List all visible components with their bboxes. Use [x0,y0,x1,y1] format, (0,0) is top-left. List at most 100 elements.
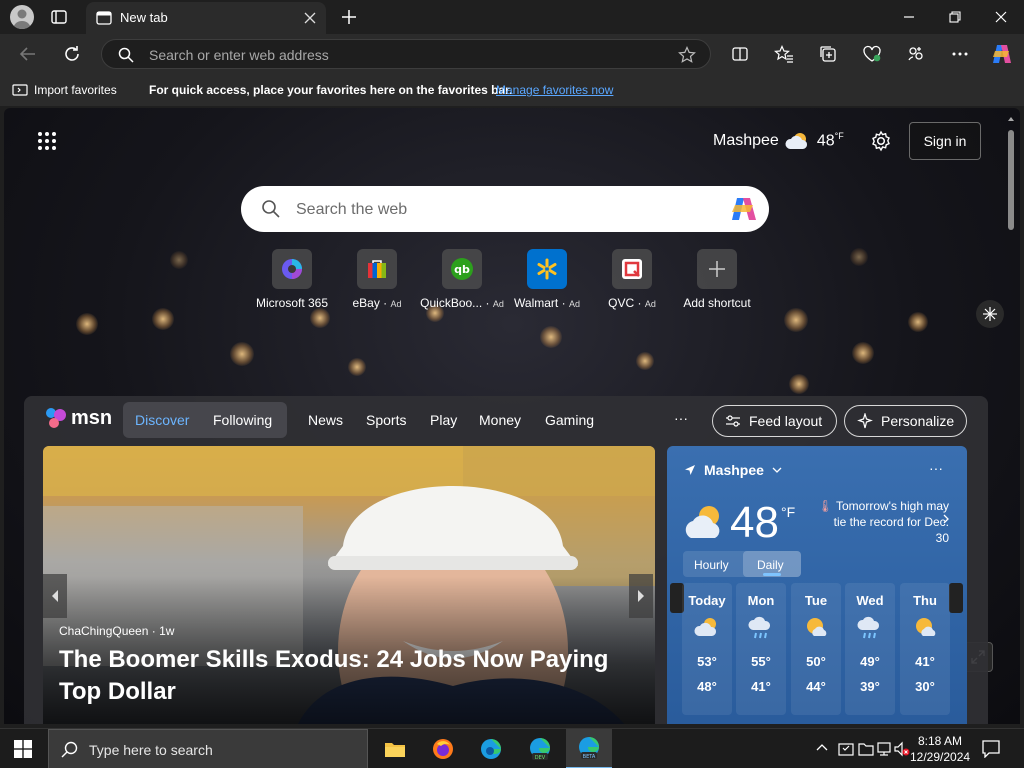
shortcut-microsoft-365[interactable]: Microsoft 365 [249,249,335,310]
msn-logo[interactable]: msn [44,406,112,430]
tab-discover[interactable]: Discover [135,412,189,428]
toggle-daily[interactable]: Daily [757,558,784,572]
close-window-button[interactable] [978,0,1024,34]
partly-cloudy-icon [682,616,732,646]
forecast-day[interactable]: Tue 50° 44° [791,583,841,715]
tab-actions-icon[interactable] [50,8,68,26]
tab-following[interactable]: Following [213,412,272,428]
shortcut-add[interactable]: Add shortcut [674,249,760,310]
new-tab-button[interactable] [340,8,358,26]
weather-alert[interactable]: 🌡 Tomorrow's high may tie the record for… [817,498,949,546]
nav-play[interactable]: Play [430,412,457,428]
tab-title: New tab [120,10,168,25]
hero-story-card[interactable]: ChaChingQueen · 1w The Boomer Skills Exo… [43,446,655,724]
close-tab-icon[interactable] [304,12,316,24]
forecast-day[interactable]: Thu 41° 30° [900,583,950,715]
more-nav-icon[interactable]: ··· [674,410,688,426]
copilot-icon[interactable] [988,40,1016,68]
nav-news[interactable]: News [308,412,343,428]
copilot-icon[interactable] [729,195,759,223]
notifications-icon[interactable] [982,740,1000,758]
settings-gear-icon[interactable] [870,130,892,152]
day-low: 41° [751,679,771,694]
system-clock[interactable]: 8:18 AM 12/29/2024 [910,733,970,765]
favorite-star-icon[interactable] [678,46,696,64]
windows-start-icon[interactable] [0,729,46,768]
personalize-button[interactable]: Personalize [844,405,967,437]
weather-more-icon[interactable]: ··· [929,460,943,476]
tab-new-tab[interactable]: New tab [86,2,326,34]
nav-sports[interactable]: Sports [366,412,406,428]
day-high: 53° [697,654,717,669]
web-search-box[interactable]: Search the web [241,186,769,232]
file-explorer-icon[interactable] [372,729,418,768]
app-launcher-icon[interactable] [37,131,57,151]
workspaces-icon[interactable] [902,40,930,68]
shortcut-walmart[interactable]: Walmart · Ad [504,249,590,310]
restore-button[interactable] [932,0,978,34]
rain-icon [845,616,895,646]
windows-taskbar: Type here to search DEV BETA 8:18 AM 12/… [0,728,1024,768]
partly-cloudy-icon [785,131,811,151]
firefox-icon[interactable] [420,729,466,768]
forecast-next-icon[interactable] [949,583,963,613]
browser-essentials-icon[interactable] [858,40,886,68]
walmart-icon [527,249,567,289]
chevron-right-icon[interactable] [943,514,949,524]
chevron-up-icon[interactable] [816,743,828,751]
page-scrollbar[interactable] [1006,114,1016,714]
microsoft-365-icon [272,249,312,289]
collections-icon[interactable] [814,40,842,68]
search-icon [118,47,134,63]
volume-muted-icon[interactable] [894,741,910,757]
minimize-button[interactable] [886,0,932,34]
story-headline[interactable]: The Boomer Skills Exodus: 24 Jobs Now Pa… [59,644,639,708]
taskbar-search[interactable]: Type here to search [48,729,368,768]
edge-icon[interactable] [468,729,514,768]
security-icon[interactable] [838,741,854,757]
svg-text:BETA: BETA [583,754,596,760]
back-icon[interactable] [19,45,37,63]
favorites-icon[interactable] [770,40,798,68]
weather-summary[interactable]: Mashpee 48°F [713,131,844,151]
qvc-icon [612,249,652,289]
source-name: ChaChingQueen [59,624,149,638]
shortcut-label: Add shortcut [683,296,751,310]
nav-money[interactable]: Money [479,412,521,428]
more-menu-icon[interactable] [946,40,974,68]
nav-gaming[interactable]: Gaming [545,412,594,428]
refresh-icon[interactable] [62,44,82,64]
sign-in-button[interactable]: Sign in [909,122,981,160]
carousel-prev-icon[interactable] [43,574,67,618]
toggle-hourly[interactable]: Hourly [694,558,729,572]
msn-wordmark: msn [71,406,113,429]
partly-cloudy-icon [681,502,729,542]
network-icon[interactable] [876,741,892,757]
profile-avatar-icon[interactable] [10,5,34,29]
carousel-next-icon[interactable] [629,574,653,618]
feed-layout-button[interactable]: Feed layout [712,405,837,437]
tab-page-icon [96,11,112,25]
forecast-day[interactable]: Today 53° 48° [682,583,732,715]
personalize-label: Personalize [881,413,955,429]
manage-favorites-link[interactable]: Manage favorites now [496,83,613,97]
clock-date: 12/29/2024 [910,750,971,764]
weather-location-picker[interactable]: Mashpee [684,462,782,478]
forecast-day[interactable]: Mon 55° 41° [736,583,786,715]
import-favorites-link[interactable]: Import favorites [34,83,117,97]
edge-dev-icon[interactable]: DEV [517,729,563,768]
forecast-day[interactable]: Wed 49° 39° [845,583,895,715]
folder-tray-icon[interactable] [858,741,874,757]
shortcut-ebay[interactable]: eBay · Ad [334,249,420,310]
favorites-bar-message: For quick access, place your favorites h… [149,83,513,97]
address-bar[interactable]: Search or enter web address [101,39,711,69]
split-screen-icon[interactable] [726,40,754,68]
sunny-cloud-icon [900,616,950,646]
shortcut-quickbooks[interactable]: qb QuickBoo... · Ad [419,249,505,310]
weather-card-temp: 48 [730,498,779,547]
edge-beta-icon[interactable]: BETA [566,729,612,768]
story-source: ChaChingQueen · 1w [59,624,175,638]
shortcut-qvc[interactable]: QVC · Ad [589,249,675,310]
snowflake-icon[interactable] [976,300,1004,328]
chevron-down-icon [772,467,782,473]
